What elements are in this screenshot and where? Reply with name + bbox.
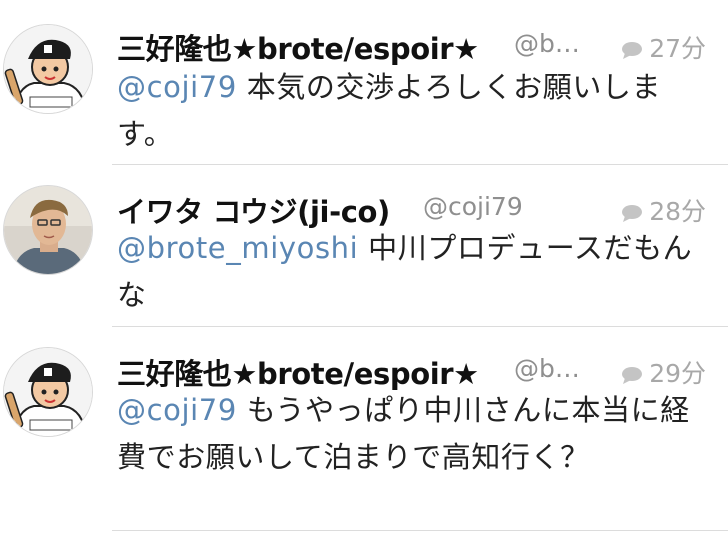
divider xyxy=(112,530,728,531)
tweet-item[interactable]: 三好隆也★brote/espoir★ @b… 27分 @coji79 本気の交渉… xyxy=(0,0,728,165)
speech-bubble-icon xyxy=(622,42,643,59)
author-name[interactable]: 三好隆也★brote/espoir★ xyxy=(117,26,479,68)
cartoon-avatar-icon xyxy=(4,25,92,113)
timestamp: 27分 xyxy=(621,29,706,65)
avatar[interactable] xyxy=(3,24,93,114)
timestamp-text: 28分 xyxy=(649,197,706,226)
timestamp: 28分 xyxy=(621,192,706,228)
avatar[interactable] xyxy=(3,347,93,437)
tweet-item[interactable]: イワタ コウジ(ji-co) @coji79 28分 @brote_miyosh… xyxy=(0,165,728,327)
tweet-text: @coji79 本気の交渉よろしくお願いします。 xyxy=(117,64,707,158)
author-handle[interactable]: @b… xyxy=(514,29,580,58)
cartoon-avatar-icon xyxy=(4,348,92,436)
timestamp: 29分 xyxy=(621,354,706,390)
timestamp-text: 27分 xyxy=(649,34,706,63)
speech-bubble-icon xyxy=(622,367,643,384)
tweet-header: 三好隆也★brote/espoir★ @b… 27分 xyxy=(117,26,728,66)
timestamp-text: 29分 xyxy=(649,359,706,388)
tweet-header: イワタ コウジ(ji-co) @coji79 28分 xyxy=(117,189,728,229)
mention-link[interactable]: @brote_miyoshi xyxy=(117,231,358,265)
author-handle[interactable]: @b… xyxy=(514,354,580,383)
person-photo-icon xyxy=(4,186,92,274)
tweet-item[interactable]: 三好隆也★brote/espoir★ @b… 29分 @coji79 もうやっぱ… xyxy=(0,327,728,547)
tweet-text: @coji79 もうやっぱり中川さんに本当に経費でお願いして泊まりで高知行く？ xyxy=(117,387,707,481)
tweet-header: 三好隆也★brote/espoir★ @b… 29分 xyxy=(117,351,728,391)
mention-link[interactable]: @coji79 xyxy=(117,393,237,427)
tweet-text: @brote_miyoshi 中川プロデュースだもんな xyxy=(117,225,707,319)
mention-link[interactable]: @coji79 xyxy=(117,70,237,104)
avatar[interactable] xyxy=(3,185,93,275)
author-handle[interactable]: @coji79 xyxy=(423,192,523,221)
speech-bubble-icon xyxy=(622,205,643,222)
